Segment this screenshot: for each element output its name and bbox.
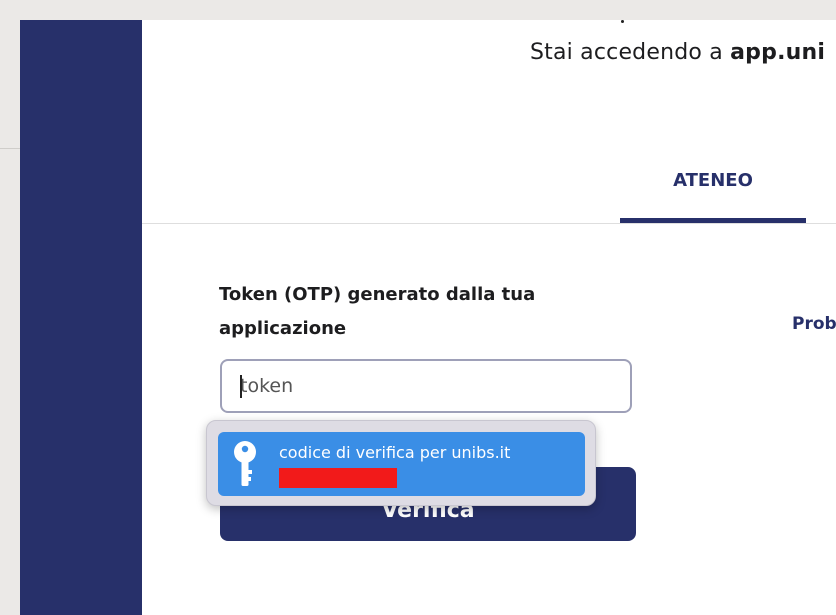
header-prefix: Stai accedendo a [530,40,731,65]
tab-ateneo[interactable]: ATENEO [620,170,806,191]
main-panel: Stai accedendo a app.uni ATENEO Token (O… [142,20,836,615]
page-header: Stai accedendo a app.uni [530,40,825,65]
autofill-suggestion-title: codice di verifica per unibs.it [279,443,511,462]
token-input[interactable] [220,359,632,413]
token-field-label: Token (OTP) generato dalla tua applicazi… [219,284,536,339]
sidebar [20,20,142,615]
autofill-popup: codice di verifica per unibs.it [206,420,596,506]
decorative-dot [621,20,624,23]
screenshot-frame-top [20,0,836,20]
screenshot-frame-left [0,0,20,615]
tabs-divider [142,223,836,224]
redacted-code [279,468,397,488]
autofill-suggestion[interactable]: codice di verifica per unibs.it [218,432,585,496]
frame-divider [0,148,20,149]
text-caret [240,375,242,398]
key-icon [234,441,256,486]
header-domain: app.uni [730,40,826,65]
help-link[interactable]: Prob [792,314,836,334]
